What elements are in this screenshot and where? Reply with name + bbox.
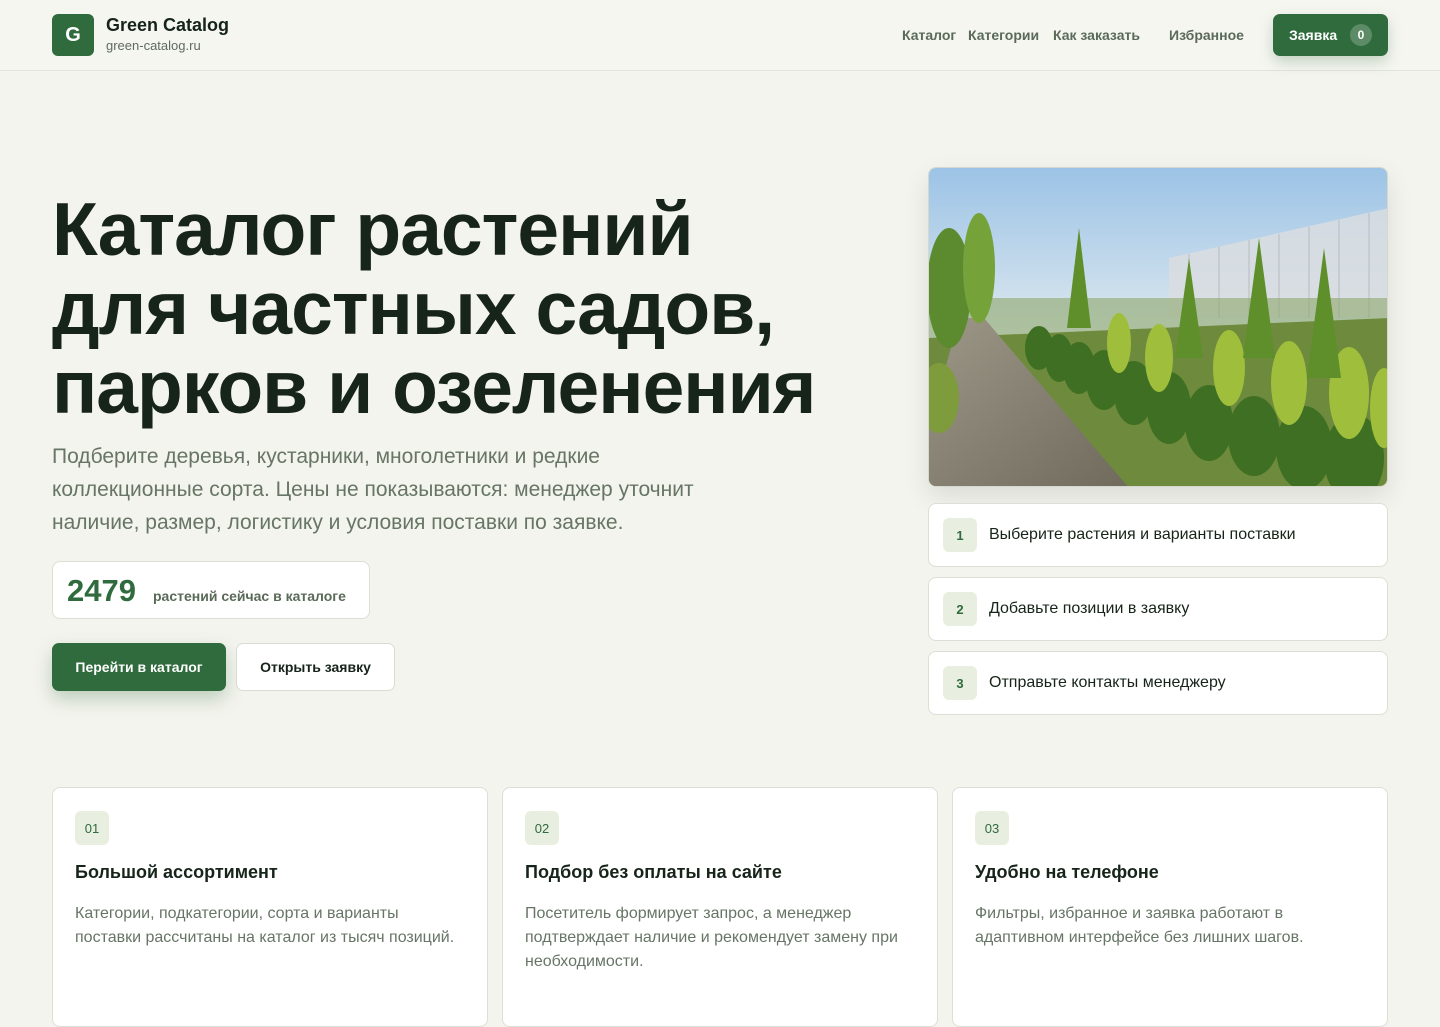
step-number: 1	[943, 518, 977, 552]
step-card: 2 Добавьте позиции в заявку	[928, 577, 1388, 641]
stat-value: 2479	[67, 573, 136, 608]
feature-title: Большой ассортимент	[75, 862, 278, 882]
feature-card-mobile: 03 Удобно на телефоне Фильтры, избранное…	[952, 787, 1388, 1027]
feature-badge: 02	[525, 811, 559, 845]
order-button-label: Заявка	[1289, 27, 1338, 43]
catalog-stat: 2479 растений сейчас в каталоге	[52, 561, 370, 619]
hero-title-line: парков и озеленения	[52, 345, 816, 429]
step-text: Добавьте позиции в заявку	[989, 600, 1190, 617]
nav-link-catalog[interactable]: Каталог	[902, 27, 956, 43]
hero-title-line: Каталог растений	[52, 187, 694, 271]
feature-badge: 01	[75, 811, 109, 845]
step-number: 3	[943, 666, 977, 700]
step-card: 1 Выберите растения и варианты поставки	[928, 503, 1388, 567]
hero-title: Каталог растений для частных садов, парк…	[52, 190, 872, 427]
nav-link-how-to-order[interactable]: Как заказать	[1053, 27, 1140, 43]
nursery-photo-image	[929, 168, 1387, 486]
feature-text: Категории, подкатегории, сорта и вариант…	[75, 905, 455, 946]
go-to-catalog-button[interactable]: Перейти в каталог	[52, 643, 226, 691]
feature-title: Подбор без оплаты на сайте	[525, 862, 782, 882]
order-button[interactable]: Заявка 0	[1273, 14, 1388, 56]
hero-title-line: для частных садов,	[52, 266, 775, 350]
nav-link-categories[interactable]: Категории	[968, 27, 1039, 43]
feature-text: Фильтры, избранное и заявка работают в а…	[975, 905, 1304, 946]
open-order-button[interactable]: Открыть заявку	[236, 643, 395, 691]
logo-icon[interactable]: G	[52, 14, 94, 56]
brand-domain: green-catalog.ru	[106, 38, 201, 53]
feature-card-selection: 02 Подбор без оплаты на сайте Посетитель…	[502, 787, 938, 1027]
feature-title: Удобно на телефоне	[975, 862, 1159, 882]
feature-card-assortment: 01 Большой ассортимент Категории, подкат…	[52, 787, 488, 1027]
brand-name[interactable]: Green Catalog	[106, 15, 229, 36]
order-count-badge: 0	[1350, 24, 1372, 46]
nursery-photo	[928, 167, 1388, 487]
step-text: Отправьте контакты менеджеру	[989, 674, 1226, 691]
step-text: Выберите растения и варианты поставки	[989, 526, 1296, 543]
stat-label: растений сейчас в каталоге	[153, 588, 346, 604]
step-card: 3 Отправьте контакты менеджеру	[928, 651, 1388, 715]
feature-badge: 03	[975, 811, 1009, 845]
step-number: 2	[943, 592, 977, 626]
site-header: G Green Catalog green-catalog.ru Каталог…	[0, 0, 1440, 71]
nav-link-favorites[interactable]: Избранное	[1169, 27, 1244, 43]
hero-subtitle: Подберите деревья, кустарники, многолетн…	[52, 445, 694, 534]
feature-text: Посетитель формирует запрос, а менеджер …	[525, 905, 898, 970]
